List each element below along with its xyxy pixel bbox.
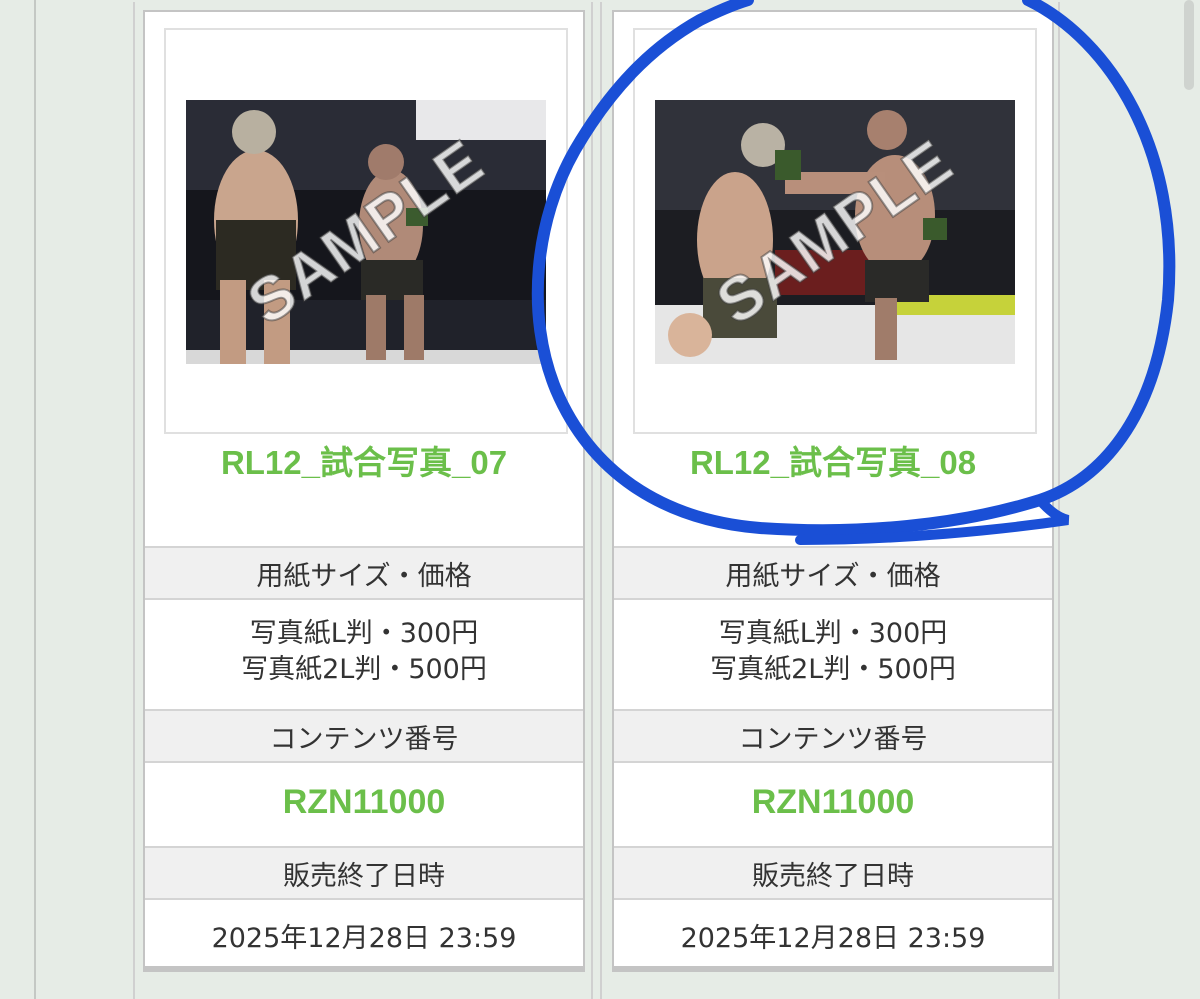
end-header: 販売終了日時 <box>614 846 1052 900</box>
end-datetime: 2025年12月28日 23:59 <box>680 923 986 954</box>
product-thumbnail-frame[interactable]: SAMPLE <box>164 28 568 434</box>
end-header: 販売終了日時 <box>145 846 583 900</box>
code-header: コンテンツ番号 <box>145 709 583 763</box>
product-photo[interactable]: SAMPLE <box>186 100 546 364</box>
price-list: 写真紙L判・300円 写真紙2L判・500円 <box>614 616 1052 688</box>
product-title[interactable]: RL12_試合写真_07 <box>145 436 583 484</box>
product-card[interactable]: SAMPLE RL12_試合写真_07 用紙サイズ・価格 写真紙L判・300円 … <box>143 10 585 972</box>
end-datetime: 2025年12月28日 23:59 <box>211 923 517 954</box>
card-bottom-border <box>614 966 1052 970</box>
price-item-l: 写真紙L判・300円 <box>249 618 479 649</box>
price-header: 用紙サイズ・価格 <box>145 546 583 600</box>
price-item-2l: 写真紙2L判・500円 <box>710 654 956 685</box>
content-code: RZN11000 <box>282 783 446 821</box>
price-item-2l: 写真紙2L判・500円 <box>241 654 487 685</box>
price-list: 写真紙L判・300円 写真紙2L判・500円 <box>145 616 583 688</box>
price-item-l: 写真紙L判・300円 <box>718 618 948 649</box>
product-thumbnail-frame[interactable]: SAMPLE <box>633 28 1037 434</box>
page-edge-divider <box>34 0 36 999</box>
content-code: RZN11000 <box>751 783 915 821</box>
product-title[interactable]: RL12_試合写真_08 <box>614 436 1052 484</box>
product-photo[interactable]: SAMPLE <box>655 100 1015 364</box>
code-header: コンテンツ番号 <box>614 709 1052 763</box>
product-card[interactable]: SAMPLE RL12_試合写真_08 用紙サイズ・価格 写真紙L判・300円 … <box>612 10 1054 972</box>
price-header: 用紙サイズ・価格 <box>614 546 1052 600</box>
scrollbar[interactable] <box>1184 0 1194 90</box>
card-bottom-border <box>145 966 583 970</box>
